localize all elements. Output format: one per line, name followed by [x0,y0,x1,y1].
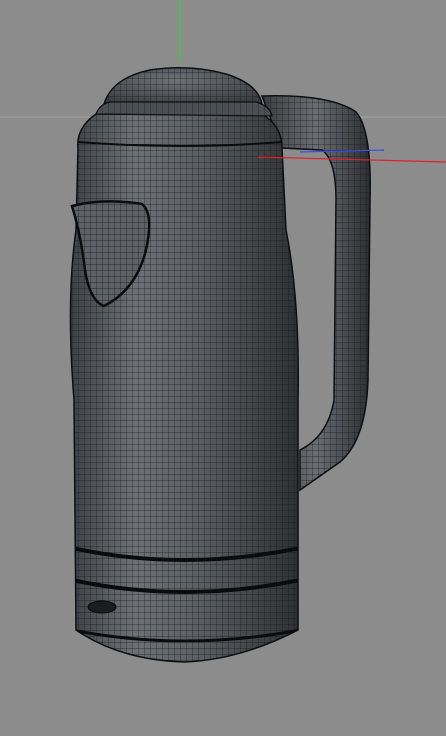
3d-viewport[interactable] [0,0,446,736]
viewport-canvas[interactable] [0,0,446,736]
kettle-body[interactable] [60,110,446,670]
kettle-lid[interactable] [95,67,273,117]
indicator-light [87,600,117,614]
